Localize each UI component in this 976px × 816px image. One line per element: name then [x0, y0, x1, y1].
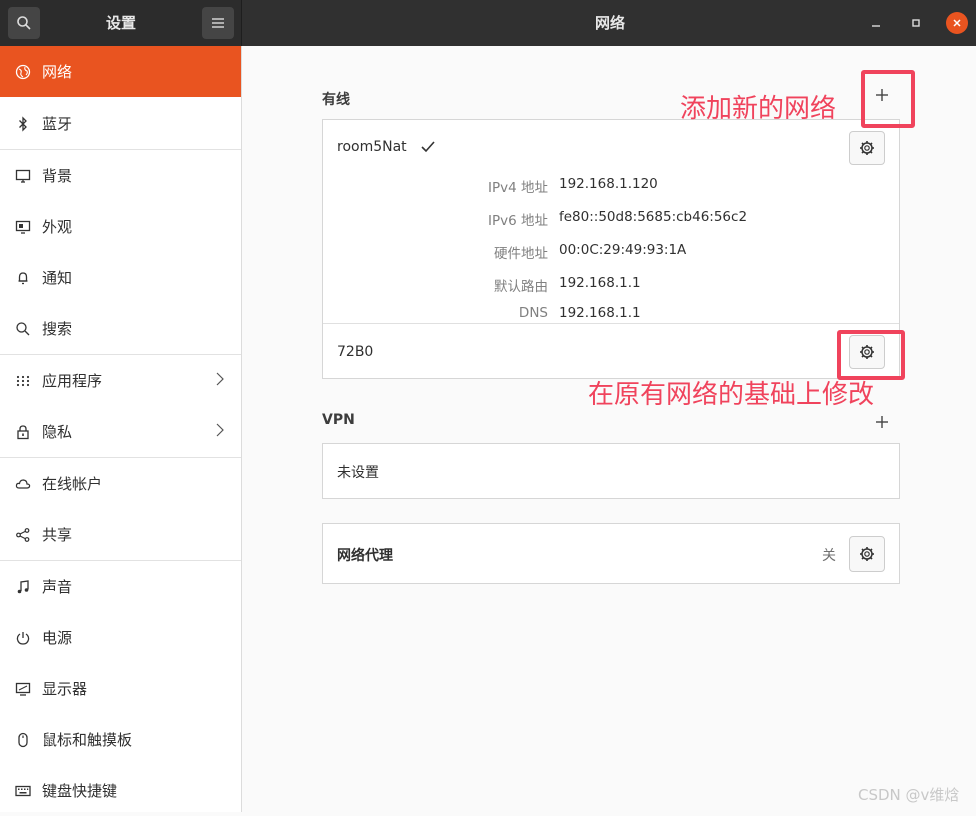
sidebar-item-mouse-touchpad[interactable]: 鼠标和触摸板 [0, 714, 241, 765]
network-proxy-card[interactable]: 网络代理 关 [322, 523, 900, 584]
power-icon [13, 628, 33, 648]
sidebar-item-displays[interactable]: 显示器 [0, 663, 241, 714]
annotation-edit-network: 在原有网络的基础上修改 [588, 380, 875, 410]
appearance-icon [13, 217, 33, 237]
hamburger-menu-icon [212, 18, 224, 28]
detail-label: IPv6 地址 [488, 213, 548, 229]
proxy-title: 网络代理 [337, 548, 393, 564]
sidebar-item-label: 声音 [42, 578, 73, 596]
annotation-highlight-box [837, 330, 905, 380]
minimize-icon [872, 25, 880, 27]
sidebar-item-network[interactable]: 网络 [0, 46, 241, 97]
sidebar-item-label: 键盘快捷键 [42, 782, 118, 800]
plus-icon [876, 416, 888, 428]
sidebar-item-sharing[interactable]: 共享 [0, 509, 241, 560]
watermark: CSDN @v维焓 [858, 786, 960, 804]
minimize-button[interactable] [866, 13, 886, 33]
page-title: 网络 [595, 14, 626, 32]
wired-connections-card: room5Nat IPv4 地址 192.168.1.120 IPv6 地址 f… [322, 119, 900, 379]
search-button[interactable] [8, 7, 40, 39]
app-title: 设置 [106, 14, 137, 32]
detail-value: 192.168.1.1 [559, 275, 641, 291]
detail-value: 192.168.1.1 [559, 305, 641, 321]
mouse-icon [13, 730, 33, 750]
search-icon [17, 16, 31, 30]
annotation-highlight-box [861, 70, 915, 128]
vpn-empty-text: 未设置 [337, 465, 379, 481]
sidebar-item-bluetooth[interactable]: 蓝牙 [0, 98, 241, 149]
wired-section-title: 有线 [322, 92, 350, 108]
sidebar-item-keyboard-shortcuts[interactable]: 键盘快捷键 [0, 765, 241, 816]
sidebar: 网络 蓝牙 背景 外观 通知 搜索 应用程序 隐私 在线帐户 共享 声音 电源 … [0, 46, 241, 812]
sidebar-item-label: 搜索 [42, 320, 73, 338]
network-icon [13, 62, 33, 82]
share-icon [13, 525, 33, 545]
sidebar-item-notifications[interactable]: 通知 [0, 252, 241, 303]
detail-value: fe80::50d8:5685:cb46:56c2 [559, 209, 748, 225]
sidebar-item-label: 显示器 [42, 680, 88, 698]
detail-label: 默认路由 [494, 279, 548, 295]
gear-icon [860, 547, 874, 561]
vpn-section-title: VPN [322, 412, 355, 428]
connection-name: 72B0 [337, 344, 374, 360]
chevron-right-icon [216, 372, 224, 386]
gear-icon [860, 141, 874, 155]
sidebar-item-label: 在线帐户 [42, 475, 103, 493]
bluetooth-icon [13, 114, 33, 134]
maximize-icon [912, 19, 920, 27]
keyboard-icon [13, 781, 33, 801]
detail-label: DNS [518, 305, 548, 321]
proxy-status: 关 [822, 548, 836, 564]
detail-label: IPv4 地址 [488, 180, 548, 196]
main-content: 有线 room5Nat IPv4 地址 192.168.1.120 IPv6 地… [242, 46, 976, 812]
chevron-right-icon [216, 423, 224, 437]
sidebar-item-privacy[interactable]: 隐私 [0, 406, 241, 457]
sidebar-item-label: 通知 [42, 269, 73, 287]
detail-label: 硬件地址 [494, 246, 548, 262]
sidebar-item-label: 共享 [42, 526, 73, 544]
title-bar: 设置 网络 [0, 0, 976, 46]
sidebar-item-label: 应用程序 [42, 372, 103, 390]
annotation-add-network: 添加新的网络 [680, 94, 837, 124]
detail-value: 00:0C:29:49:93:1A [559, 242, 687, 258]
proxy-settings-button[interactable] [849, 536, 885, 572]
connection-settings-button[interactable] [849, 131, 885, 165]
sidebar-item-online-accounts[interactable]: 在线帐户 [0, 458, 241, 509]
sidebar-item-label: 隐私 [42, 423, 73, 441]
sidebar-item-label: 网络 [42, 63, 73, 81]
background-icon [13, 166, 33, 186]
music-note-icon [13, 577, 33, 597]
maximize-button[interactable] [906, 13, 926, 33]
display-icon [13, 679, 33, 699]
sidebar-item-applications[interactable]: 应用程序 [0, 355, 241, 406]
close-button[interactable] [946, 12, 968, 34]
sidebar-item-power[interactable]: 电源 [0, 612, 241, 663]
bell-icon [13, 268, 33, 288]
sidebar-item-search[interactable]: 搜索 [0, 303, 241, 354]
sidebar-item-label: 电源 [42, 629, 73, 647]
cloud-icon [13, 474, 33, 494]
checkmark-icon [421, 141, 435, 153]
sidebar-item-label: 外观 [42, 218, 73, 236]
connection-name: room5Nat [337, 139, 407, 155]
menu-button[interactable] [202, 7, 234, 39]
sidebar-item-label: 鼠标和触摸板 [42, 731, 133, 749]
sidebar-item-sound[interactable]: 声音 [0, 561, 241, 612]
sidebar-item-label: 蓝牙 [42, 115, 73, 133]
add-vpn-button[interactable] [875, 412, 889, 434]
sidebar-item-appearance[interactable]: 外观 [0, 201, 241, 252]
sidebar-item-label: 背景 [42, 167, 73, 185]
close-icon [953, 19, 961, 27]
detail-value: 192.168.1.120 [559, 176, 658, 192]
vpn-card: 未设置 [322, 443, 900, 499]
sidebar-item-background[interactable]: 背景 [0, 150, 241, 201]
apps-grid-icon [13, 371, 33, 391]
lock-icon [13, 422, 33, 442]
search-icon [13, 319, 33, 339]
